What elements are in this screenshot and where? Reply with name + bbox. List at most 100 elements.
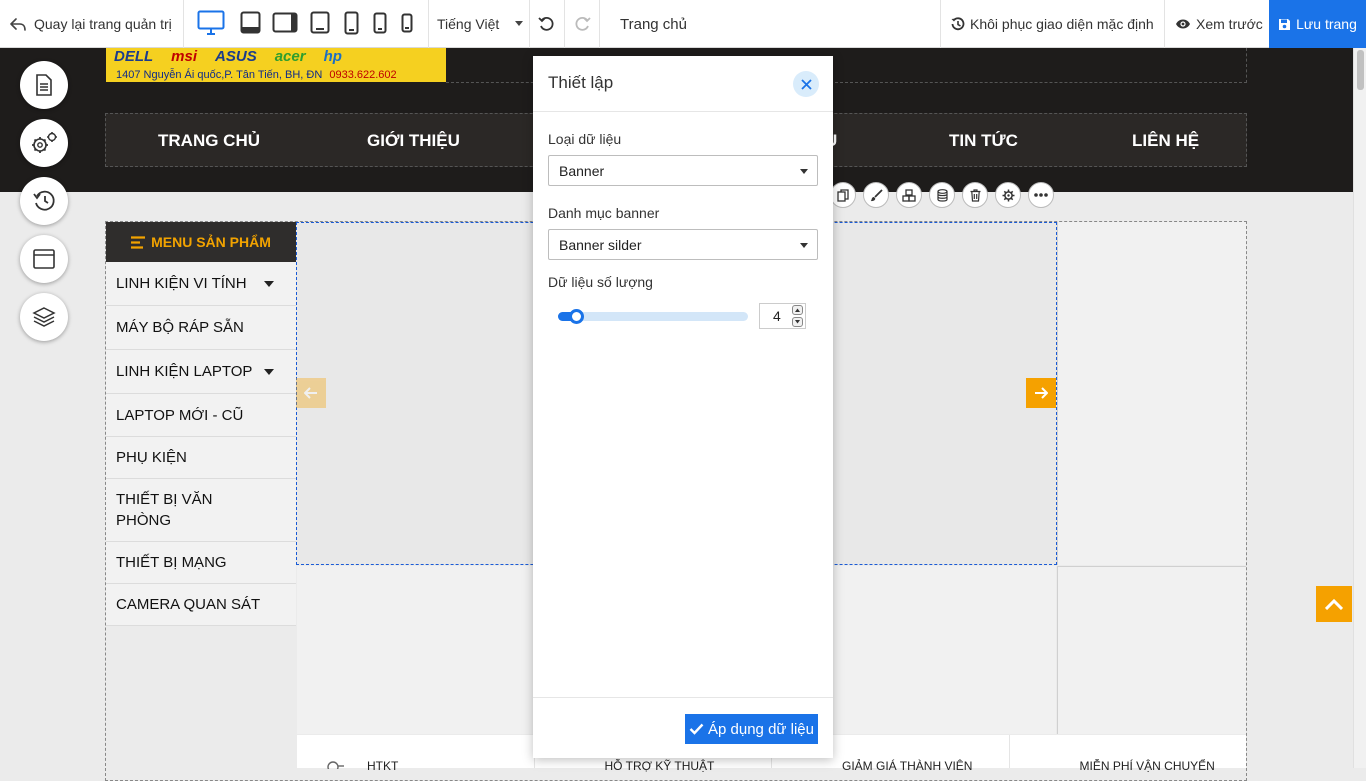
history-icon (951, 17, 965, 31)
nav-item-home[interactable]: TRANG CHỦ (158, 131, 260, 151)
eye-icon (1175, 18, 1191, 30)
history-button[interactable] (20, 177, 68, 225)
tablet-landscape-view-icon[interactable] (240, 11, 261, 34)
back-to-admin-label: Quay lại trang quản trị (34, 16, 172, 32)
block-settings-button[interactable] (995, 182, 1021, 208)
quantity-stepper[interactable]: 4 (759, 303, 806, 329)
data-type-select[interactable]: Banner (548, 155, 818, 186)
side-placeholder (1057, 566, 1246, 734)
chevron-up-icon (1325, 598, 1343, 610)
product-menu-header[interactable]: MENU SẢN PHẨM (106, 222, 296, 262)
product-menu-title: MENU SẢN PHẨM (151, 234, 271, 250)
quantity-slider[interactable] (558, 309, 748, 324)
back-to-admin-link[interactable]: Quay lại trang quản trị (10, 0, 172, 48)
ellipsis-icon (1034, 193, 1048, 197)
delete-block-button[interactable] (962, 182, 988, 208)
menu-item[interactable]: LINH KIỆN LAPTOP (106, 350, 296, 394)
feature-item: MIỄN PHÍ VẬN CHUYỂN (1010, 735, 1247, 773)
layers-button[interactable] (20, 293, 68, 341)
quantity-value: 4 (773, 308, 781, 324)
back-arrow-icon (10, 17, 27, 32)
slider-prev-button[interactable] (296, 378, 326, 408)
brush-icon (870, 188, 883, 202)
components-block-button[interactable] (896, 182, 922, 208)
arrow-left-icon (304, 387, 318, 399)
menu-item[interactable]: PHỤ KIỆN (106, 437, 296, 479)
brand-logo: acer (274, 48, 306, 65)
brand-logo: hp (323, 48, 342, 65)
redo-button[interactable] (574, 0, 591, 48)
nav-item-about[interactable]: GIỚI THIỆU (367, 131, 460, 151)
slider-next-button[interactable] (1026, 378, 1056, 408)
copy-block-button[interactable] (830, 182, 856, 208)
current-page-title: Trang chủ (620, 15, 687, 33)
menu-item[interactable]: MÁY BỘ RÁP SẴN (106, 306, 296, 350)
arrow-right-icon (1034, 387, 1048, 399)
menu-item-label: LINH KIỆN LAPTOP (116, 363, 253, 380)
banner-category-select[interactable]: Banner silder (548, 229, 818, 260)
feature-item: HTKT (297, 735, 535, 773)
menu-item[interactable]: LINH KIỆN VI TÍNH (106, 262, 296, 306)
more-options-button[interactable] (1028, 182, 1054, 208)
menu-item[interactable]: THIẾT BỊ VĂN PHÒNG (106, 479, 296, 542)
chevron-down-icon (800, 169, 808, 174)
apply-data-label: Áp dụng dữ liệu (708, 720, 814, 738)
page-scrollbar[interactable] (1353, 48, 1366, 768)
side-banner-placeholder (1057, 222, 1246, 565)
nav-item-contact[interactable]: LIÊN HỆ (1132, 131, 1199, 151)
header-banner[interactable]: DELL msi ASUS acer hp 1407 Nguyễn Ái quố… (106, 48, 446, 82)
stepper-up-button[interactable] (792, 305, 803, 315)
settings-panel-title: Thiết lập (548, 73, 614, 92)
site-settings-button[interactable] (20, 119, 68, 167)
apply-data-button[interactable]: Áp dụng dữ liệu (685, 714, 818, 744)
desktop-view-icon[interactable] (197, 10, 225, 36)
menu-item-label: CAMERA QUAN SÁT (116, 596, 261, 613)
settings-panel-footer: Áp dụng dữ liệu (533, 697, 833, 758)
menu-item-label: MÁY BỘ RÁP SẴN (116, 319, 244, 336)
brand-logo: msi (171, 48, 198, 65)
phone-large-view-icon[interactable] (344, 11, 359, 35)
scrollbar-thumb[interactable] (1357, 50, 1364, 90)
menu-item-label: THIẾT BỊ MẠNG (116, 554, 227, 571)
save-page-button[interactable]: Lưu trang (1269, 0, 1366, 48)
brand-logo: ASUS (215, 48, 257, 65)
feature-label: MIỄN PHÍ VẬN CHUYỂN (1079, 759, 1215, 773)
nav-item-news[interactable]: TIN TỨC (949, 131, 1018, 151)
data-block-button[interactable] (929, 182, 955, 208)
banner-category-label: Danh mục banner (548, 205, 660, 221)
database-icon (936, 188, 948, 202)
chevron-down-icon (515, 21, 523, 26)
menu-item-label: PHỤ KIỆN (116, 449, 187, 466)
restore-default-button[interactable]: Khôi phục giao diện mặc định (951, 0, 1154, 48)
save-icon (1278, 18, 1291, 31)
close-panel-button[interactable] (793, 71, 819, 97)
quantity-slider-thumb[interactable] (569, 309, 584, 324)
preview-button[interactable]: Xem trước (1175, 0, 1263, 48)
feature-label: HTKT (367, 759, 399, 773)
gear-icon (1002, 189, 1015, 202)
brand-logo: DELL (114, 48, 154, 65)
preview-label: Xem trước (1196, 16, 1263, 32)
feature-label: HỖ TRỢ KỸ THUẬT (604, 759, 715, 773)
close-icon (800, 78, 812, 90)
document-icon (35, 74, 53, 96)
list-icon (131, 235, 146, 249)
style-block-button[interactable] (863, 182, 889, 208)
phone-small-view-icon[interactable] (401, 13, 413, 33)
scroll-to-top-button[interactable] (1316, 586, 1352, 622)
menu-item-label: LINH KIỆN VI TÍNH (116, 275, 247, 292)
stepper-down-button[interactable] (792, 317, 803, 327)
language-select[interactable]: Tiếng Việt (437, 0, 529, 48)
menu-item[interactable]: CAMERA QUAN SÁT (106, 584, 296, 626)
undo-button[interactable] (538, 0, 555, 48)
menu-item-label: LAPTOP MỚI - CŨ (116, 406, 244, 424)
banner-category-value: Banner silder (559, 236, 642, 253)
restore-default-label: Khôi phục giao diện mặc định (970, 16, 1154, 32)
layout-button[interactable] (20, 235, 68, 283)
menu-item[interactable]: THIẾT BỊ MẠNG (106, 542, 296, 584)
page-document-button[interactable] (20, 61, 68, 109)
tablet-wide-view-icon[interactable] (272, 12, 298, 33)
menu-item[interactable]: LAPTOP MỚI - CŨ (106, 394, 296, 437)
tablet-portrait-view-icon[interactable] (310, 11, 330, 34)
phone-medium-view-icon[interactable] (373, 12, 387, 34)
